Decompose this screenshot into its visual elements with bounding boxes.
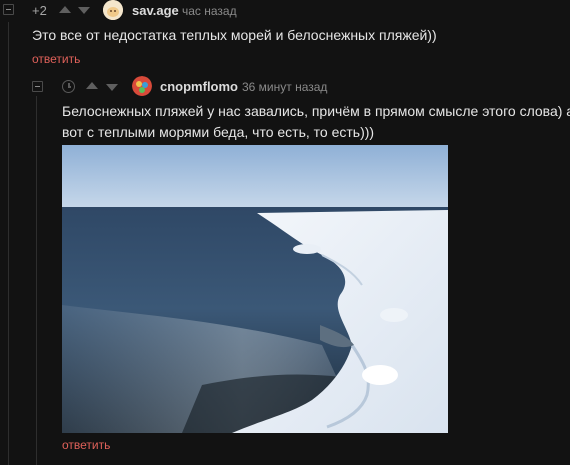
thread-line <box>8 22 9 465</box>
collapse-toggle[interactable] <box>3 4 14 15</box>
comment-timestamp: 36 минут назад <box>242 80 328 94</box>
upvote-arrow-icon[interactable] <box>86 82 98 89</box>
reply-link[interactable]: ответить <box>62 438 110 452</box>
comment-text: Это все от недостатка теплых морей и бел… <box>32 27 437 43</box>
comment-rating: +2 <box>32 3 47 18</box>
comment-image[interactable] <box>62 145 448 433</box>
avatar[interactable] <box>103 0 123 20</box>
avatar[interactable] <box>132 76 152 96</box>
collapse-toggle[interactable] <box>32 81 43 92</box>
comment-username[interactable]: sav.age <box>132 3 179 18</box>
comment-text-line: Белоснежных пляжей у нас завались, причё… <box>62 103 570 119</box>
clock-icon <box>62 80 75 93</box>
downvote-arrow-icon[interactable] <box>78 7 90 14</box>
comment-text-line: вот с теплыми морями беда, что есть, то … <box>62 124 375 140</box>
downvote-arrow-icon[interactable] <box>106 84 118 91</box>
upvote-arrow-icon[interactable] <box>59 6 71 13</box>
comment-timestamp: час назад <box>182 4 237 18</box>
comment-username[interactable]: cnopmflomo <box>160 79 238 94</box>
reply-link[interactable]: ответить <box>32 52 80 66</box>
thread-line-nested <box>36 96 37 465</box>
